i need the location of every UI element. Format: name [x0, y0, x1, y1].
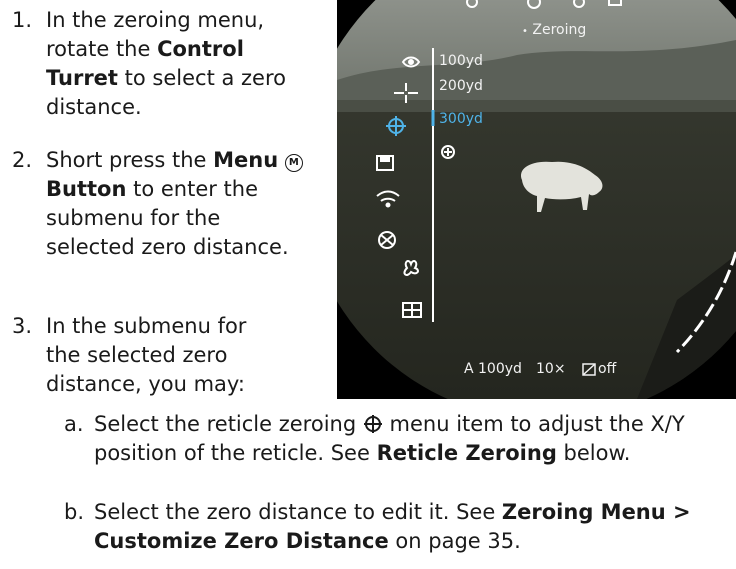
zero-mode-value: A 100yd: [464, 361, 522, 377]
step-number: 3.: [12, 314, 33, 338]
zeroing-menu-title: • Zeroing: [522, 22, 586, 38]
zero-distance-3-selected[interactable]: 300yd: [439, 111, 483, 127]
status-bar: A 100yd 10× off: [337, 339, 736, 399]
menu-button-icon: M: [284, 154, 303, 172]
substep-letter: a.: [64, 412, 84, 436]
button-term: Button: [46, 177, 127, 201]
step-text: Short press the Menu M Button to enter t…: [46, 146, 308, 262]
zero-distance-2[interactable]: 200yd: [439, 78, 483, 94]
step-text-pre: Short press the: [46, 148, 214, 172]
manual-page: 1. In the zeroing menu, rotate the Contr…: [0, 0, 736, 569]
pip-value: off: [598, 361, 617, 377]
step-number: 1.: [12, 8, 33, 32]
substep-text: Select the reticle zeroing menu item to …: [94, 410, 734, 468]
reticle-zeroing-icon: [363, 415, 382, 433]
substep-text: Select the zero distance to edit it. See…: [94, 498, 734, 556]
substep-text-post: below.: [556, 441, 631, 465]
substep-text-post: on page 35.: [388, 529, 521, 553]
scope-screen: • Zeroing 100yd 200yd 300yd A 100yd 10× …: [337, 0, 736, 399]
zero-distance-1[interactable]: 100yd: [439, 53, 483, 69]
pip-icon: [582, 363, 596, 376]
menu-term: Menu: [213, 148, 279, 172]
menu-title-text: Zeroing: [532, 22, 587, 38]
step-text: In the submenu for the selected zero dis…: [46, 314, 247, 396]
substep-letter: b.: [64, 500, 85, 524]
substep-text-pre: Select the reticle zeroing: [94, 412, 363, 436]
bullet-glyph: •: [522, 26, 528, 37]
substep-text-pre: Select the zero distance to edit it. See: [94, 500, 502, 524]
reticle-zeroing-link: Reticle Zeroing: [376, 441, 557, 465]
zoom-value: 10×: [536, 361, 566, 377]
step-text: In the zeroing menu, rotate the Control …: [46, 6, 316, 122]
step-number: 2.: [12, 148, 33, 172]
